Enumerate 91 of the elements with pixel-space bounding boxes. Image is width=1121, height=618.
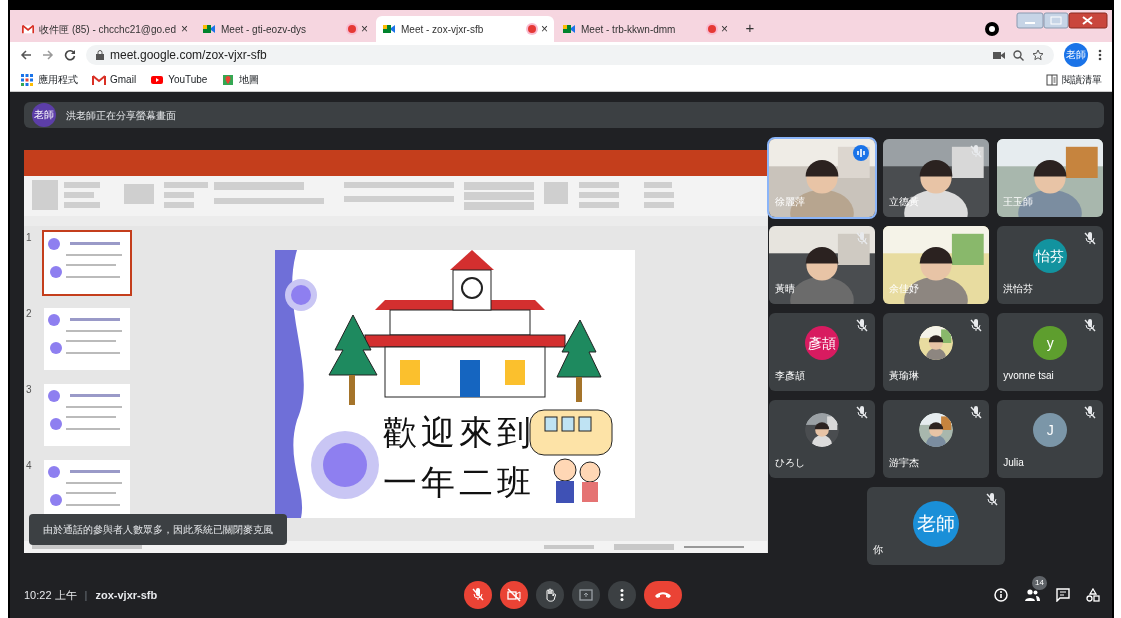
star-icon[interactable] [1032,49,1044,61]
tab-title: 收件匣 (85) - chcchc21@go.ed [39,22,176,37]
url-text: meet.google.com/zox-vjxr-sfb [110,47,267,64]
video-camera-icon [202,22,216,36]
camera-button[interactable] [500,581,528,609]
more-icon [620,588,624,602]
back-icon[interactable] [20,49,32,61]
people-icon [1024,588,1040,602]
people-button[interactable] [1024,588,1040,602]
close-tab-button[interactable]: × [181,20,188,38]
mail-icon [92,72,106,87]
forward-icon[interactable] [42,49,54,61]
hand-icon [544,588,556,602]
participant-name: Julia [1003,456,1024,470]
participant-name: 李彥頡 [775,369,806,383]
video-camera-icon [382,22,396,36]
camera-icon[interactable] [993,50,1005,60]
end-call-button[interactable] [644,581,682,609]
present-button[interactable] [572,581,600,609]
participant-name: yvonne tsai [1003,369,1054,383]
activities-button[interactable] [1086,588,1100,602]
meeting-code: zox-vjxr-sfb [95,587,158,603]
bookmark-link[interactable]: YouTube [150,72,208,87]
raise-hand-button[interactable] [536,581,564,609]
separator: | [84,587,88,603]
list-icon [1046,73,1058,86]
reload-icon[interactable] [64,49,76,61]
zoom-icon[interactable] [1013,49,1024,61]
slide-thumbnail[interactable] [42,230,132,296]
participant-avatar: y [1033,325,1068,360]
phone-hangup-icon [654,590,672,600]
lock-icon [96,50,104,60]
apps-grid-icon [20,72,34,87]
participant-name: 余佳妤 [889,282,920,296]
participant-avatar: 老師 [913,501,960,548]
map-pin-icon [221,72,236,87]
participant-avatar: 怡芬 [1033,238,1068,273]
close-tab-button[interactable]: × [361,20,368,38]
video-camera-icon [562,22,576,36]
participant-name: 你 [873,543,884,557]
record-icon[interactable] [984,21,1000,37]
participant-avatar: 彥頡 [805,325,840,360]
slide-title: 一年二班 [383,464,536,499]
bookmark-link[interactable]: Gmail [92,72,137,87]
tab-title: Meet - gti-eozv-dys [221,22,308,37]
participant-count-badge: 14 [1032,576,1047,590]
profile-avatar[interactable]: 老師 [1064,43,1088,67]
presenting-text: 洪老師正在分享螢幕畫面 [66,108,176,123]
close-tab-button[interactable]: × [721,20,728,38]
slide-number: 1 [26,231,33,245]
slide-number: 3 [26,383,33,397]
notice-toast: 由於通話的參與者人數眾多，因此系統已關閉麥克風 [29,514,287,545]
bookmark-link[interactable]: 應用程式 [20,72,78,87]
participant-name: ひろし [775,456,806,470]
participant-name: 黃瑜琳 [889,369,920,383]
slide-number: 2 [26,307,33,321]
browser-tab[interactable]: Meet - zox-vjxr-sfb × [376,16,554,42]
participant-name: 立德黃 [889,195,920,209]
reading-list-link[interactable]: 閱讀清單 [1046,72,1102,87]
close-tab-button[interactable]: × [541,20,548,38]
new-tab-button[interactable]: + [740,19,760,39]
slide-title: 歡迎來到 [383,414,536,449]
chat-icon [1056,588,1070,602]
participant-avatar: J [1033,412,1068,447]
chat-button[interactable] [1056,588,1070,602]
shapes-icon [1086,588,1100,602]
mic-off-icon [471,588,485,602]
microphone-button[interactable] [464,581,492,609]
participant-name: 徐麗萍 [775,195,806,209]
slide-number: 4 [26,459,33,473]
more-icon[interactable] [1098,49,1102,61]
more-options-button[interactable] [608,581,636,609]
address-bar[interactable]: meet.google.com/zox-vjxr-sfb [86,45,1054,65]
info-icon [994,588,1008,602]
bookmark-link[interactable]: 地圖 [221,72,260,87]
participant-name: 黃晴 [775,282,796,296]
browser-tab[interactable]: Meet - trb-kkwn-dmm × [556,16,734,42]
tab-title: Meet - zox-vjxr-sfb [401,22,485,37]
present-icon [579,589,593,601]
info-button[interactable] [994,588,1008,602]
presenter-avatar: 老師 [32,103,56,127]
camera-off-icon [507,588,521,602]
tab-title: Meet - trb-kkwn-dmm [581,22,677,37]
meeting-time: 10:22 上午 [24,587,77,603]
participant-name: 王玉師 [1003,195,1034,209]
browser-tab[interactable]: 收件匣 (85) - chcchc21@go.ed × [16,16,194,42]
participant-name: 游宇杰 [889,456,920,470]
browser-tab[interactable]: Meet - gti-eozv-dys × [196,16,374,42]
mail-icon [22,22,35,36]
participant-name: 洪怡芬 [1003,282,1034,296]
window-controls-drawing[interactable] [1016,12,1108,30]
